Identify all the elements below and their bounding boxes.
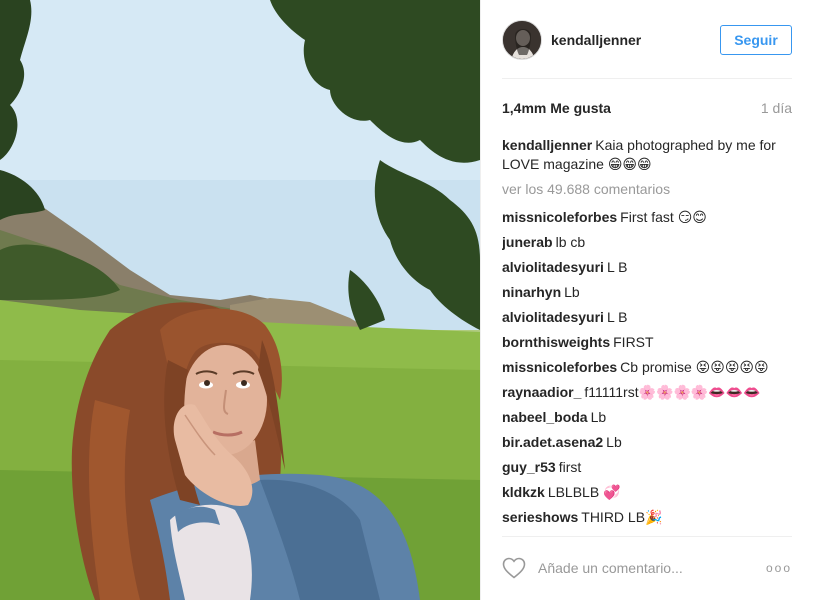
more-options-icon[interactable]: ooo — [766, 561, 792, 575]
view-all-comments-link[interactable]: ver los 49.688 comentarios — [502, 180, 792, 199]
comment-username[interactable]: junerab — [502, 233, 553, 252]
comment-row: alviolitadesyuri L B — [502, 305, 792, 330]
comment-text: L B — [606, 309, 628, 325]
post-caption: kendalljenner Kaia photographed by me for… — [502, 136, 792, 174]
comment-username[interactable]: alviolitadesyuri — [502, 258, 604, 277]
comment-text: THIRD LB🎉 — [581, 509, 663, 525]
comment-text: Cb promise 😝😝😝😝😝 — [620, 359, 769, 375]
avatar[interactable] — [502, 20, 542, 60]
comment-row: missnicoleforbes First fast 😏😊 — [502, 205, 792, 230]
post-footer: ooo — [502, 554, 792, 582]
comment-username[interactable]: missnicoleforbes — [502, 208, 617, 227]
comment-username[interactable]: missnicoleforbes — [502, 358, 617, 377]
username[interactable]: kendalljenner — [551, 32, 641, 48]
comment-username[interactable]: nabeel_boda — [502, 408, 588, 427]
comment-row: missnicoleforbes Cb promise 😝😝😝😝😝 — [502, 355, 792, 380]
comment-username[interactable]: bornthisweights — [502, 333, 610, 352]
comment-text: Lb — [590, 409, 607, 425]
post-details-panel: kendalljenner Seguir 1,4mm Me gusta 1 dí… — [480, 0, 814, 600]
comment-username[interactable]: ninarhyn — [502, 283, 561, 302]
comment-text: first — [558, 459, 582, 475]
comment-text: Lb — [606, 434, 622, 450]
photo-illustration — [0, 0, 480, 600]
comment-row: serieshows THIRD LB🎉 — [502, 505, 792, 530]
comment-username[interactable]: alviolitadesyuri — [502, 308, 604, 327]
comment-username[interactable]: raynaadior_ — [502, 383, 581, 402]
comment-row: kldkzk LBLBLB 💞 — [502, 480, 792, 505]
heart-outline-icon[interactable] — [502, 557, 526, 579]
follow-button[interactable]: Seguir — [720, 25, 792, 55]
comment-username[interactable]: kldkzk — [502, 483, 545, 502]
header-divider — [502, 78, 792, 79]
comment-row: bornthisweights FIRST — [502, 330, 792, 355]
post-stats: 1,4mm Me gusta 1 día — [502, 98, 792, 118]
comment-username[interactable]: serieshows — [502, 508, 578, 527]
post-header: kendalljenner Seguir — [502, 17, 792, 63]
comment-row: guy_r53 first — [502, 455, 792, 480]
comment-row: ninarhyn Lb — [502, 280, 792, 305]
comment-text: lb cb — [555, 234, 586, 250]
comment-text: Lb — [564, 284, 580, 300]
post-time[interactable]: 1 día — [761, 100, 792, 116]
comment-row: raynaadior_ f11111rst🌸🌸🌸🌸👄👄👄 — [502, 380, 792, 405]
caption-username[interactable]: kendalljenner — [502, 137, 592, 153]
comment-text: First fast 😏😊 — [620, 209, 707, 225]
comment-text: L B — [606, 259, 628, 275]
comment-row: alviolitadesyuri L B — [502, 255, 792, 280]
comment-username[interactable]: guy_r53 — [502, 458, 556, 477]
comment-text: LBLBLB 💞 — [547, 484, 621, 500]
post-photo[interactable] — [0, 0, 480, 600]
comment-text: FIRST — [613, 334, 654, 350]
comments-list: kendalljenner Kaia photographed by me for… — [502, 136, 792, 532]
comment-row: bir.adet.asena2 Lb — [502, 430, 792, 455]
comment-row: nabeel_boda Lb — [502, 405, 792, 430]
comment-input[interactable] — [538, 560, 748, 576]
likes-count[interactable]: 1,4mm Me gusta — [502, 100, 611, 116]
comment-row: junerab lb cb — [502, 230, 792, 255]
comment-username[interactable]: bir.adet.asena2 — [502, 433, 603, 452]
footer-divider — [502, 536, 792, 537]
comment-text: f11111rst🌸🌸🌸🌸👄👄👄 — [584, 384, 761, 400]
